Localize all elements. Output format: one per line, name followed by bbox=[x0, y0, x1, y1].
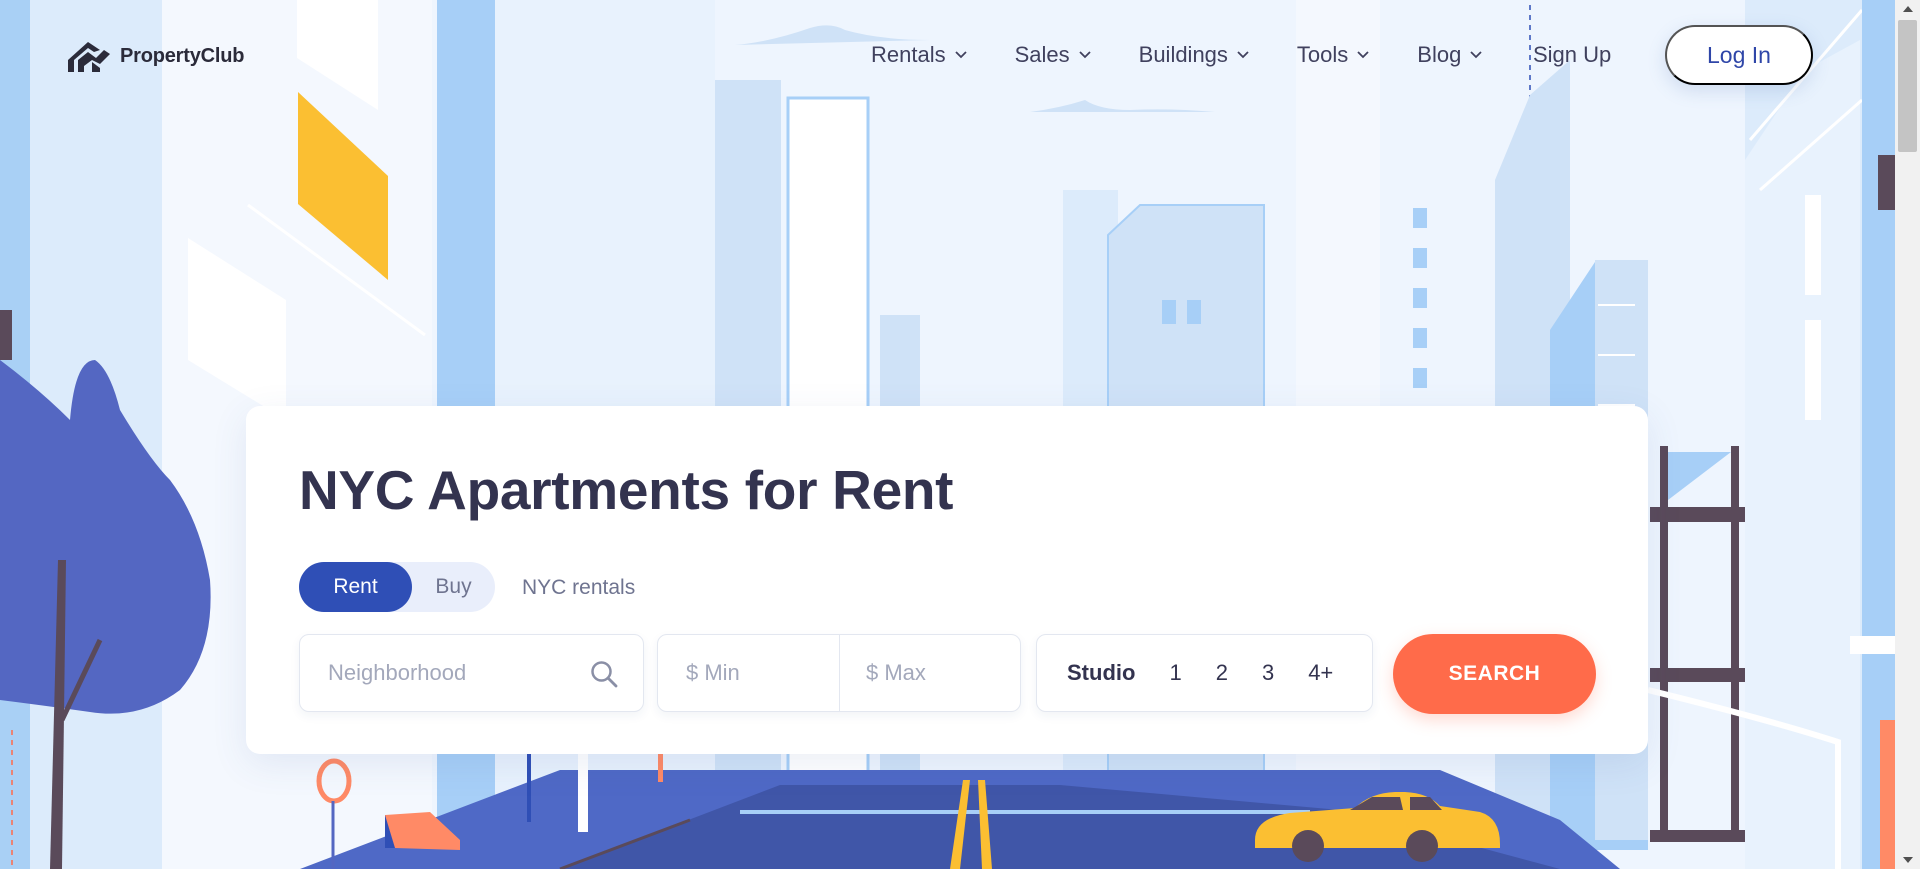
bedroom-option-2[interactable]: 2 bbox=[1216, 660, 1228, 686]
nav-item-rentals[interactable]: Rentals bbox=[871, 42, 967, 68]
chevron-down-icon bbox=[954, 51, 967, 59]
nyc-rentals-link[interactable]: NYC rentals bbox=[522, 576, 635, 600]
vertical-scrollbar[interactable] bbox=[1895, 0, 1920, 869]
scroll-down-arrow-icon[interactable] bbox=[1895, 851, 1920, 869]
min-price-input[interactable] bbox=[686, 635, 826, 711]
brand-logo[interactable]: PropertyClub bbox=[66, 38, 244, 74]
price-range-field bbox=[657, 634, 1021, 712]
chevron-down-icon bbox=[1470, 51, 1482, 59]
bedroom-option-3[interactable]: 3 bbox=[1262, 660, 1274, 686]
nav-item-label: Buildings bbox=[1138, 42, 1228, 67]
neighborhood-input[interactable] bbox=[328, 635, 578, 711]
nav-item-buildings[interactable]: Buildings bbox=[1139, 42, 1249, 68]
search-button[interactable]: SEARCH bbox=[1393, 634, 1596, 714]
page-title: NYC Apartments for Rent bbox=[299, 459, 954, 521]
chevron-down-icon bbox=[1357, 51, 1369, 59]
house-logo-icon bbox=[68, 42, 110, 72]
max-price-input[interactable] bbox=[866, 635, 1006, 711]
main-nav: Rentals Sales Buildings Tools Blog bbox=[871, 42, 1530, 68]
nav-item-label: Tools bbox=[1296, 42, 1349, 67]
chevron-down-icon bbox=[1237, 51, 1249, 59]
scroll-up-arrow-icon[interactable] bbox=[1895, 0, 1920, 18]
bedroom-selector: Studio 1 2 3 4+ bbox=[1036, 634, 1373, 712]
nav-item-sales[interactable]: Sales bbox=[1015, 42, 1091, 68]
bedroom-option-1[interactable]: 1 bbox=[1169, 660, 1181, 686]
scrollbar-thumb[interactable] bbox=[1898, 20, 1917, 152]
search-icon[interactable] bbox=[589, 659, 619, 689]
buy-toggle-button[interactable]: Buy bbox=[412, 562, 495, 612]
search-card: NYC Apartments for Rent Rent Buy NYC ren… bbox=[246, 406, 1648, 754]
nav-item-blog[interactable]: Blog bbox=[1417, 42, 1482, 68]
chevron-down-icon bbox=[1079, 51, 1091, 59]
nav-item-tools[interactable]: Tools bbox=[1297, 42, 1369, 68]
price-divider bbox=[839, 635, 840, 711]
nav-item-label: Sales bbox=[1014, 42, 1070, 67]
bedroom-option-4-plus[interactable]: 4+ bbox=[1308, 660, 1333, 686]
brand-name: PropertyClub bbox=[120, 44, 245, 67]
signup-link[interactable]: Sign Up bbox=[1533, 42, 1611, 68]
login-button[interactable]: Log In bbox=[1665, 25, 1813, 85]
bedroom-option-studio[interactable]: Studio bbox=[1067, 660, 1135, 686]
nav-item-label: Rentals bbox=[871, 42, 946, 67]
neighborhood-field bbox=[299, 634, 644, 712]
rent-toggle-button[interactable]: Rent bbox=[299, 562, 412, 612]
rent-buy-toggle: Rent Buy bbox=[299, 562, 495, 612]
nav-item-label: Blog bbox=[1417, 42, 1462, 67]
